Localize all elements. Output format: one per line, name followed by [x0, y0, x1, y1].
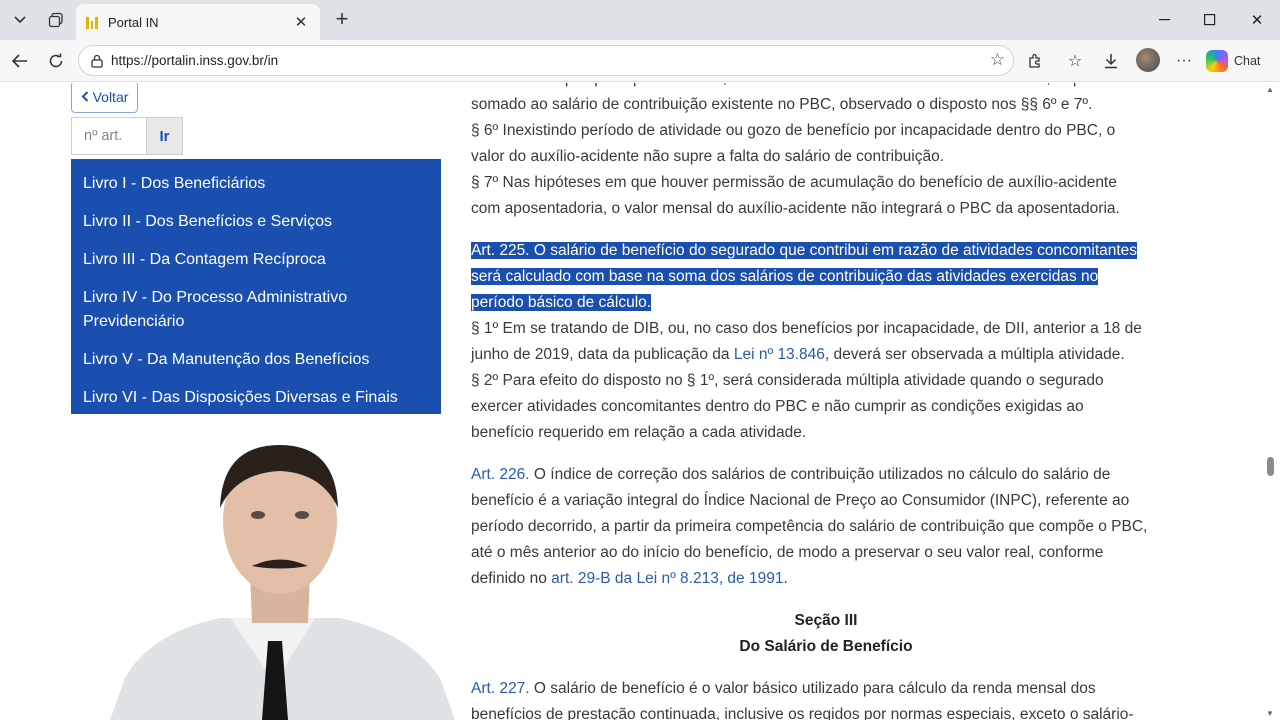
text-line: benefícios de prestação continuada, incl… [471, 706, 1134, 720]
text-line: exercer atividades concomitantes dentro … [471, 398, 1084, 415]
article-226-link[interactable]: Art. 226. [471, 466, 530, 483]
text-line: § 1º Em se tratando de DIB, ou, no caso … [471, 320, 1142, 337]
book-navigation: Livro I - Dos Beneficiários Livro II - D… [71, 159, 441, 414]
new-tab-icon[interactable]: + [328, 6, 356, 34]
url-bar[interactable]: https://portalin.inss.gov.br/in ☆ [78, 45, 1014, 76]
text-line: com aposentadoria, o valor mensal do aux… [471, 200, 1120, 217]
law-link-8213[interactable]: art. 29-B da Lei nº 8.213, de 1991 [551, 570, 783, 587]
chat-label: Chat [1234, 54, 1261, 68]
web-page: Voltar nº art. Ir Livro I - Dos Benefici… [0, 83, 1280, 720]
text-segment: definido no [471, 570, 552, 587]
browser-tab[interactable]: Portal IN ✕ [76, 4, 320, 40]
presenter-image [110, 445, 455, 720]
book-link-3[interactable]: Livro III - Da Contagem Recíproca [71, 241, 441, 279]
book-link-6[interactable]: Livro VI - Das Disposições Diversas e Fi… [71, 379, 441, 417]
text-line: benefício de qualquer aposentadoria, nos… [471, 83, 1181, 92]
book-link-1[interactable]: Livro I - Dos Beneficiários [71, 165, 441, 203]
scroll-thumb[interactable] [1267, 457, 1274, 476]
favorites-icon[interactable]: ☆ [1062, 49, 1088, 73]
text-line: § 7º Nas hipóteses em que houver permiss… [471, 174, 1117, 191]
close-tab-icon[interactable]: ✕ [292, 13, 310, 31]
law-link-13846[interactable]: Lei nº 13.846 [734, 346, 825, 363]
article-number-input[interactable]: nº art. [71, 117, 147, 155]
url-text[interactable]: https://portalin.inss.gov.br/in [111, 53, 1013, 68]
reload-icon[interactable] [42, 48, 70, 74]
article-225: Art. 225. O salário de benefício do segu… [471, 238, 1181, 446]
section-number: Seção III [794, 612, 858, 629]
page-scrollbar[interactable]: ▲ ▼ [1266, 83, 1274, 720]
text-line: benefício é a variação integral do Índic… [471, 492, 1130, 509]
text-segment: . [783, 570, 788, 587]
go-button[interactable]: Ir [146, 117, 183, 155]
text-segment: O salário de benefício é o valor básico … [529, 680, 1096, 697]
article-227-link[interactable]: Art. 227. [471, 680, 530, 697]
text-line: § 6º Inexistindo período de atividade ou… [471, 122, 1116, 139]
profile-avatar[interactable] [1136, 48, 1160, 72]
article-226: Art. 226. O índice de correção dos salár… [471, 462, 1181, 592]
scroll-up-icon[interactable]: ▲ [1266, 85, 1274, 94]
chevron-left-icon [81, 89, 89, 105]
highlighted-text: Art. 225. O salário de benefício do segu… [471, 242, 1138, 259]
portal-favicon-icon [86, 15, 99, 29]
copilot-chat-button[interactable]: Chat [1206, 47, 1260, 75]
text-line: período decorrido, a partir da primeira … [471, 518, 1148, 535]
text-line: valor do auxílio-acidente não supre a fa… [471, 148, 945, 165]
address-toolbar: https://portalin.inss.gov.br/in ☆ ☆ ··· … [0, 40, 1280, 82]
text-line: até o mês anterior ao do início do benef… [471, 544, 1104, 561]
back-label: Voltar [92, 89, 129, 105]
downloads-icon[interactable] [1098, 49, 1124, 73]
back-arrow-icon[interactable] [6, 48, 34, 74]
text-segment: , deverá ser observada a múltipla ativid… [824, 346, 1125, 363]
article-content: benefício de qualquer aposentadoria, nos… [471, 83, 1181, 720]
scroll-down-icon[interactable]: ▼ [1266, 709, 1274, 718]
presenter-webcam [110, 433, 455, 720]
close-window-icon[interactable]: ✕ [1237, 6, 1277, 34]
highlighted-text: será calculado com base na soma dos salá… [471, 268, 1099, 285]
book-link-2[interactable]: Livro II - Dos Benefícios e Serviços [71, 203, 441, 241]
more-options-icon[interactable]: ··· [1171, 49, 1197, 73]
article-227: Art. 227. O salário de benefício é o val… [471, 676, 1181, 720]
section-heading: Seção III Do Salário de Benefício [471, 608, 1181, 660]
text-line: § 2º Para efeito do disposto no § 1º, se… [471, 372, 1104, 389]
extensions-icon[interactable] [1022, 49, 1048, 73]
book-link-5[interactable]: Livro V - Da Manutenção dos Benefícios [71, 341, 441, 379]
highlighted-text: período básico de cálculo. [471, 294, 652, 311]
workspaces-icon[interactable] [42, 6, 70, 34]
text-line: somado ao salário de contribuição existe… [471, 96, 1093, 113]
tab-title: Portal IN [108, 14, 159, 30]
copilot-icon [1206, 50, 1228, 72]
section-title: Do Salário de Benefício [739, 638, 913, 655]
add-favorite-star-icon[interactable]: ☆ [990, 50, 1005, 70]
site-info-icon[interactable] [89, 53, 105, 69]
maximize-icon[interactable] [1190, 6, 1230, 34]
text-segment: junho de 2019, data da publicação da [471, 346, 734, 363]
minimize-icon[interactable] [1145, 6, 1185, 34]
tab-actions-chevron-icon[interactable] [6, 6, 34, 34]
back-button[interactable]: Voltar [71, 83, 138, 113]
previous-article-tail: benefício de qualquer aposentadoria, nos… [471, 83, 1181, 222]
text-line: benefício requerido em relação a cada at… [471, 424, 807, 441]
tab-bar: Portal IN ✕ + ✕ [0, 0, 1280, 40]
text-segment: O índice de correção dos salários de con… [529, 466, 1111, 483]
book-link-4[interactable]: Livro IV - Do Processo Administrativo Pr… [71, 279, 441, 341]
